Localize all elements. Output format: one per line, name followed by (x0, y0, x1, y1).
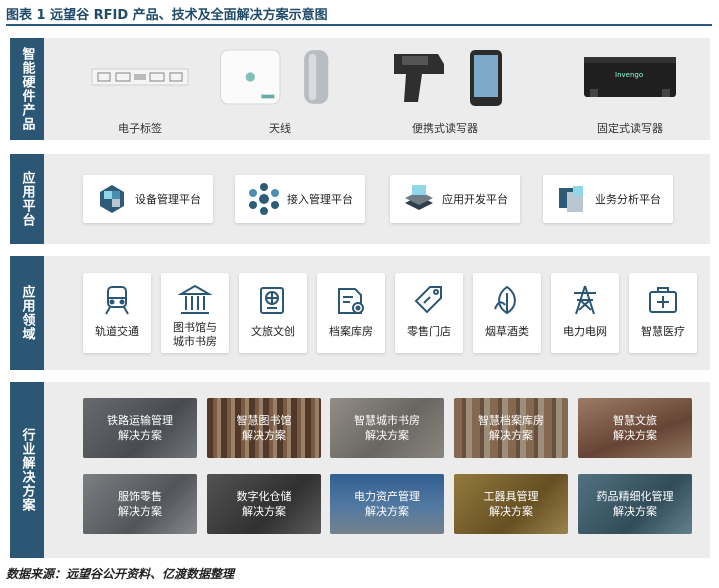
device-management-icon (100, 185, 124, 213)
solution-label: 电力资产管理 解决方案 (330, 474, 444, 534)
solution-card-tools: 工器具管理 解决方案 (454, 474, 568, 534)
hardware-item-antenna: 天线 (215, 38, 345, 140)
domain-card-tobacco: 烟草酒类 (473, 273, 541, 353)
domain-label: 零售门店 (407, 325, 451, 338)
hardware-label-tag: 电子标签 (118, 122, 162, 135)
hardware-item-tag: 电子标签 (75, 38, 205, 140)
solution-label: 铁路运输管理 解决方案 (83, 398, 197, 458)
app-development-icon (405, 185, 433, 210)
solution-label: 智慧城市书房 解决方案 (330, 398, 444, 458)
power-tower-icon (574, 285, 596, 315)
title-rule (6, 24, 712, 26)
rfid-tag-icon (75, 38, 205, 116)
leaf-icon (494, 285, 516, 315)
domain-card-retail: 零售门店 (395, 273, 463, 353)
price-tag-icon (414, 286, 442, 314)
solution-card-apparel: 服饰零售 解决方案 (83, 474, 197, 534)
fixed-reader-brand: Invengo (615, 71, 644, 79)
hardware-label-fixed: 固定式读写器 (597, 122, 663, 135)
solution-card-pharma: 药品精细化管理 解决方案 (578, 474, 692, 534)
domain-label: 档案库房 (329, 325, 373, 338)
solution-label: 服饰零售 解决方案 (83, 474, 197, 534)
medical-kit-icon (649, 287, 677, 313)
hardware-label-handheld: 便携式读写器 (412, 122, 478, 135)
solution-label: 智慧档案库房 解决方案 (454, 398, 568, 458)
fixed-reader-icon: Invengo (565, 38, 695, 116)
solution-card-tourism: 智慧文旅 解决方案 (578, 398, 692, 458)
train-icon (105, 286, 129, 315)
solutions-band: 行业解决方案 铁路运输管理 解决方案 智慧图书馆 解决方案 智慧城市书房 解决方… (10, 382, 710, 558)
solution-label: 智慧图书馆 解决方案 (207, 398, 321, 458)
globe-passport-icon (260, 287, 284, 314)
domain-card-tourism: 文旅文创 (239, 273, 307, 353)
domain-label: 烟草酒类 (485, 325, 529, 338)
hardware-label-antenna: 天线 (269, 122, 291, 135)
solution-label: 智慧文旅 解决方案 (578, 398, 692, 458)
platform-card-app-development: 应用开发平台 (390, 175, 520, 223)
library-icon (178, 284, 212, 314)
domain-card-rail: 轨道交通 (83, 273, 151, 353)
platform-label: 应用开发平台 (442, 193, 508, 206)
solution-card-power-asset: 电力资产管理 解决方案 (330, 474, 444, 534)
solution-card-library: 智慧图书馆 解决方案 (207, 398, 321, 458)
platform-card-device-management: 设备管理平台 (83, 175, 213, 223)
solution-card-warehouse: 数字化仓储 解决方案 (207, 474, 321, 534)
platforms-band: 应用平台 设备管理平台 接入管理平台 应用开发平台 业务分析平台 (10, 154, 710, 244)
domain-label: 文旅文创 (251, 325, 295, 338)
solution-card-railway: 铁路运输管理 解决方案 (83, 398, 197, 458)
platform-label: 接入管理平台 (287, 193, 353, 206)
hardware-item-fixed: Invengo 固定式读写器 (565, 38, 695, 140)
domain-label: 智慧医疗 (641, 325, 685, 338)
solution-label: 数字化仓储 解决方案 (207, 474, 321, 534)
hardware-section-label: 智能硬件产品 (10, 38, 44, 140)
source-note: 数据来源：远望谷公开资料、亿渡数据整理 (6, 567, 235, 581)
solution-label: 药品精细化管理 解决方案 (578, 474, 692, 534)
platform-label: 业务分析平台 (595, 193, 661, 206)
antenna-icon (215, 38, 345, 116)
domain-label: 图书馆与 城市书房 (173, 321, 217, 348)
domain-card-archive: 档案库房 (317, 273, 385, 353)
solutions-section-label: 行业解决方案 (10, 382, 44, 558)
domains-section-label: 应用领域 (10, 256, 44, 370)
business-analysis-icon (559, 186, 583, 212)
domain-card-medical: 智慧医疗 (629, 273, 697, 353)
platform-label: 设备管理平台 (135, 193, 201, 206)
solution-label: 工器具管理 解决方案 (454, 474, 568, 534)
domain-label: 电力电网 (563, 325, 607, 338)
handheld-reader-icon (380, 38, 510, 116)
solution-card-city-study: 智慧城市书房 解决方案 (330, 398, 444, 458)
figure-title: 图表 1 远望谷 RFID 产品、技术及全面解决方案示意图 (6, 8, 328, 23)
domain-card-library: 图书馆与 城市书房 (161, 273, 229, 353)
hardware-item-handheld: 便携式读写器 (380, 38, 510, 140)
platforms-section-label: 应用平台 (10, 154, 44, 244)
platform-card-access-management: 接入管理平台 (235, 175, 365, 223)
domain-label: 轨道交通 (95, 325, 139, 338)
solution-card-archive: 智慧档案库房 解决方案 (454, 398, 568, 458)
domains-band: 应用领域 轨道交通 图书馆与 城市书房 文旅文创 档案库房 零售门店 烟草酒类 … (10, 256, 710, 370)
hardware-band: 智能硬件产品 电子标签 天线 便携式读写器 Invengo 固定式读写器 (10, 38, 710, 140)
platform-card-business-analysis: 业务分析平台 (543, 175, 673, 223)
archive-icon (338, 288, 364, 314)
domain-card-power: 电力电网 (551, 273, 619, 353)
access-management-icon (249, 183, 279, 215)
